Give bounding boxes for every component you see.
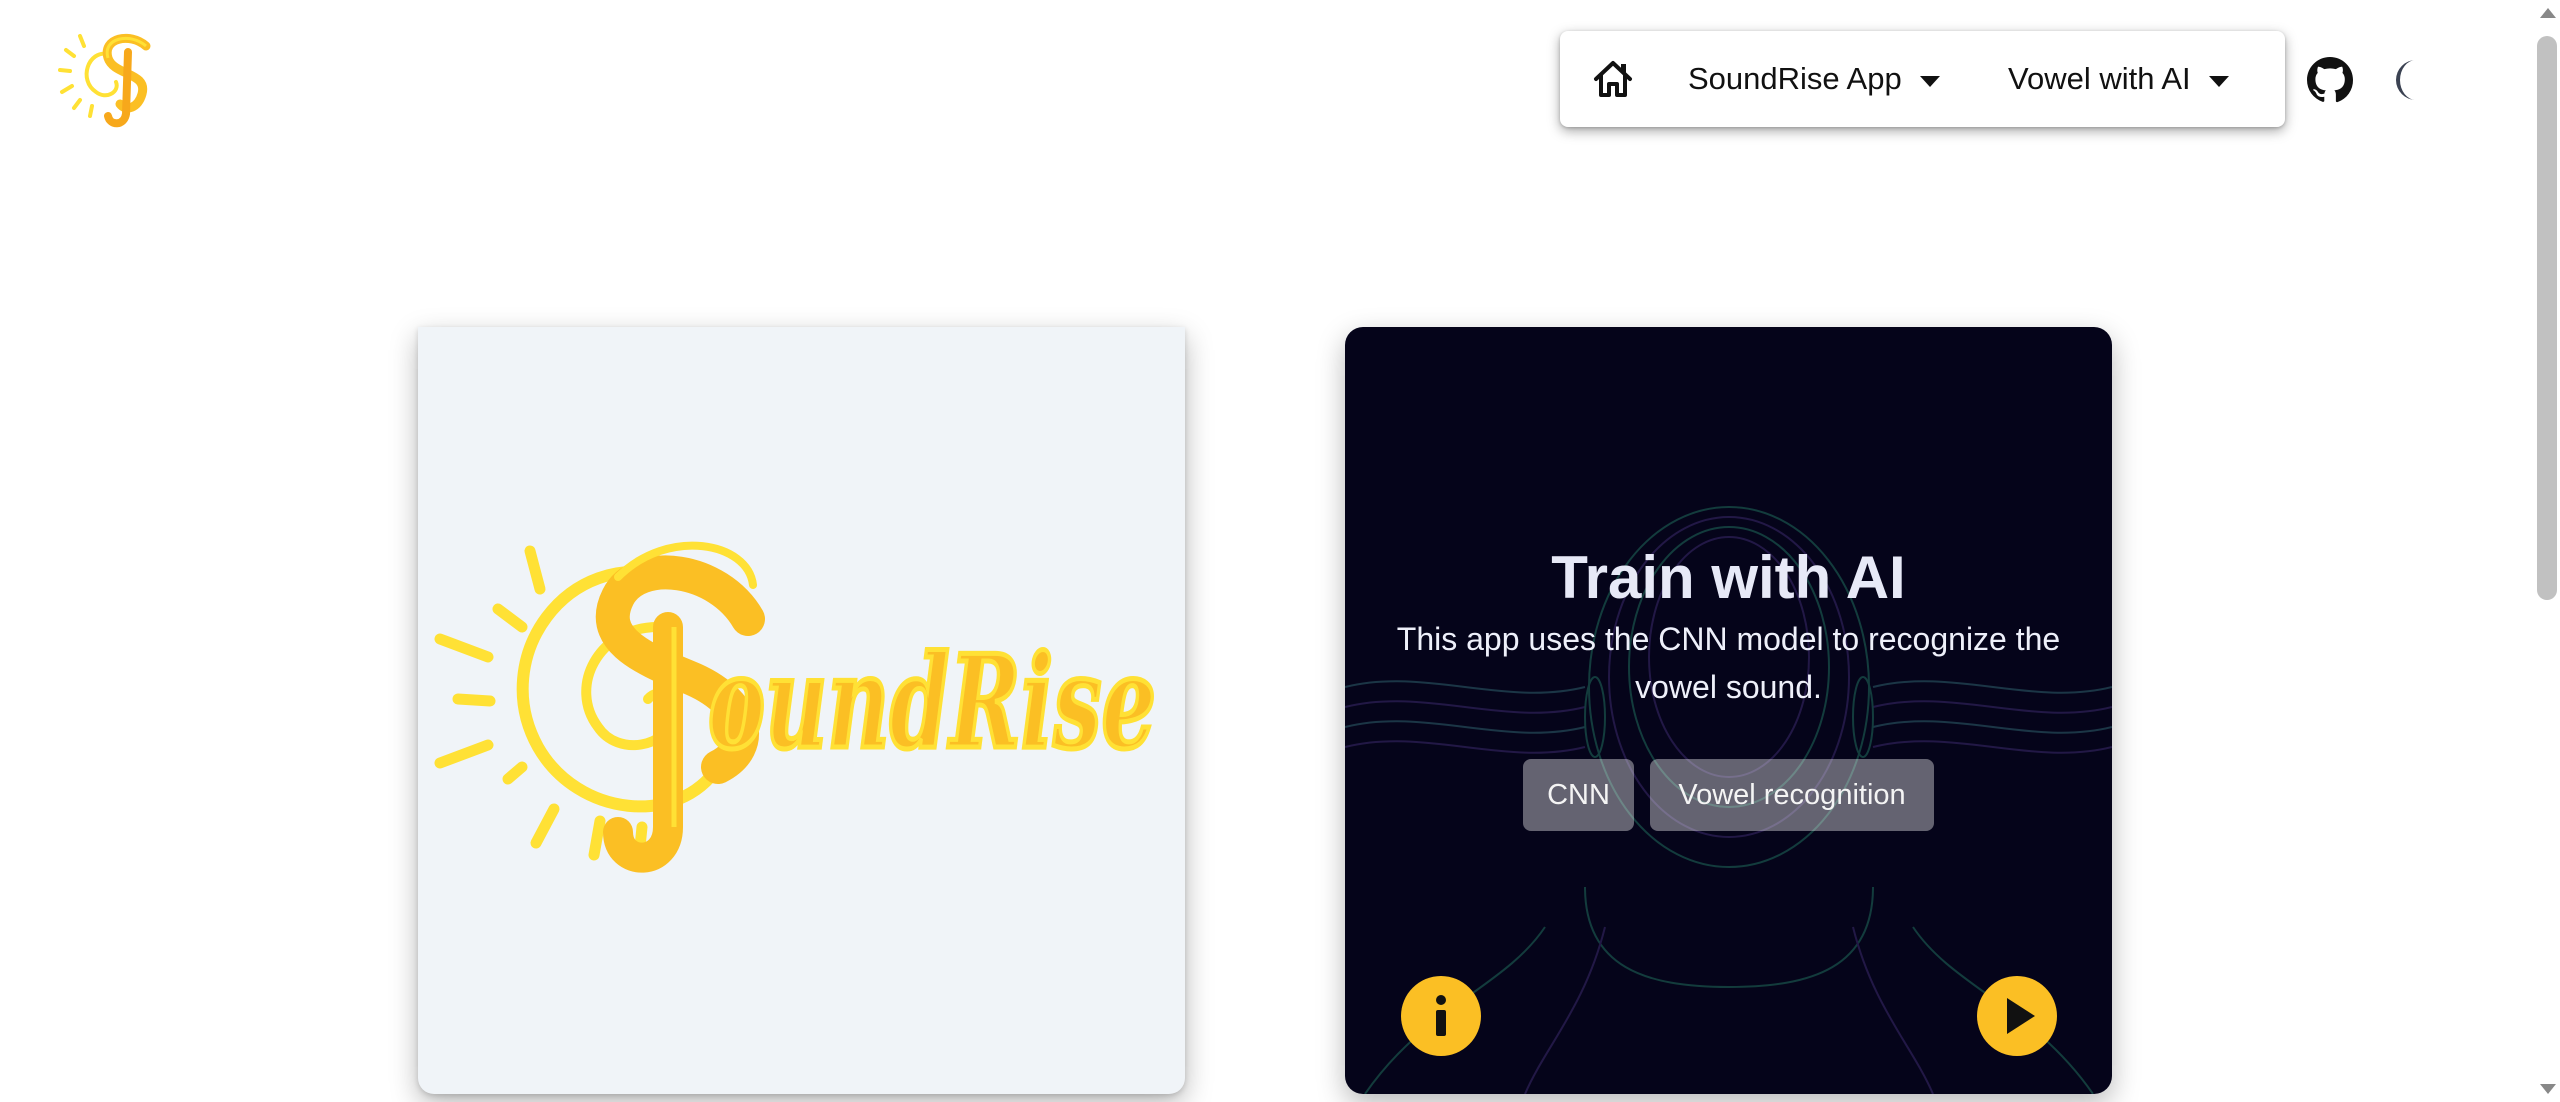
tag-cnn[interactable]: CNN <box>1523 759 1634 831</box>
tag-vowel-recognition[interactable]: Vowel recognition <box>1650 759 1934 831</box>
play-button[interactable] <box>1977 976 2057 1056</box>
soundrise-logo: oundRise <box>434 541 1159 873</box>
scrollbar-thumb[interactable] <box>2537 36 2557 600</box>
moon-icon[interactable] <box>2394 58 2436 102</box>
card-title: Train with AI <box>1551 544 1906 611</box>
chevron-down-icon <box>1919 75 1940 87</box>
scrollbar[interactable] <box>2534 0 2560 1102</box>
vowel-with-ai-dropdown[interactable]: Vowel with AI <box>2008 31 2229 127</box>
home-icon[interactable] <box>1592 59 1634 99</box>
github-icon[interactable] <box>2306 56 2354 104</box>
scroll-down-arrow-icon[interactable] <box>2540 1084 2556 1094</box>
soundrise-logo-card[interactable]: oundRise <box>418 327 1185 1094</box>
soundrise-app-dropdown[interactable]: SoundRise App <box>1688 31 1940 127</box>
play-icon <box>2007 998 2035 1034</box>
navbar: SoundRise App Vowel with AI <box>1560 31 2285 127</box>
soundrise-app-dropdown-label: SoundRise App <box>1688 61 1902 96</box>
page: SoundRise App Vowel with AI oundRise Tra… <box>0 0 2560 1102</box>
scroll-up-arrow-icon[interactable] <box>2540 8 2556 18</box>
train-with-ai-card[interactable]: Train with AI This app uses the CNN mode… <box>1345 327 2112 1094</box>
vowel-with-ai-dropdown-label: Vowel with AI <box>2008 61 2191 96</box>
svg-text:oundRise: oundRise <box>708 628 1156 778</box>
soundrise-small-logo[interactable] <box>58 30 166 130</box>
card-description: This app uses the CNN model to recognize… <box>1396 621 2061 705</box>
chevron-down-icon <box>2208 75 2229 87</box>
info-button[interactable] <box>1401 976 1481 1056</box>
info-icon <box>1436 995 1446 1036</box>
